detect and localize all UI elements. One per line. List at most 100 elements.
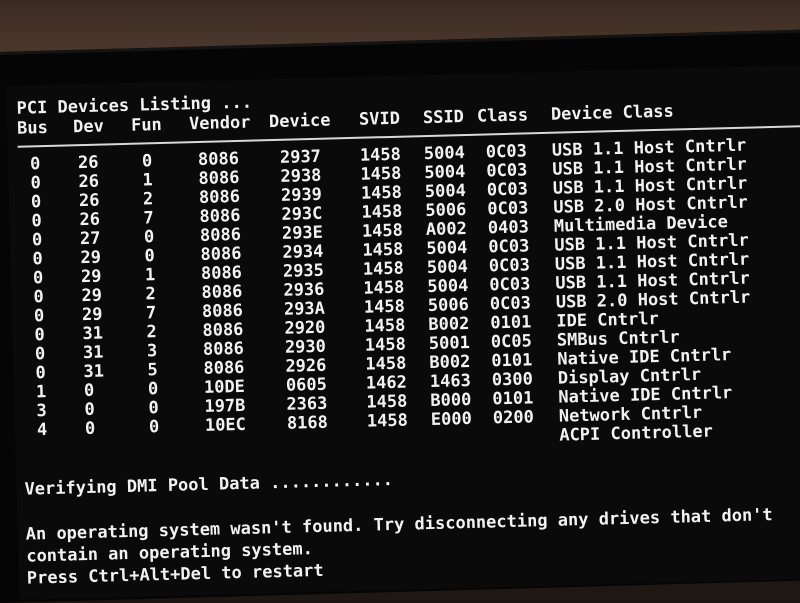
row-ssid: B002 (428, 313, 470, 336)
row-device: 2937 (279, 146, 322, 168)
row-class: 0C03 (489, 274, 531, 296)
row-vendor: 8086 (197, 148, 240, 170)
row-class: 0C03 (485, 141, 528, 163)
row-dev: 29 (81, 285, 103, 307)
header-ssid: SSID (422, 107, 465, 129)
row-dev: 26 (79, 209, 101, 231)
row-svid: 1458 (366, 410, 409, 432)
row-svid: 1458 (361, 201, 403, 223)
row-bus: 0 (35, 363, 47, 384)
restart-instruction: Press Ctrl+Alt+Del to restart (26, 560, 324, 589)
row-class: 0101 (492, 388, 534, 410)
row-device: 293C (281, 203, 323, 225)
row-fun: 1 (144, 265, 156, 286)
row-fun: 3 (146, 341, 158, 362)
row-fun: 7 (145, 303, 157, 324)
header-device: Device (268, 110, 331, 133)
row-vendor: 8086 (199, 205, 241, 227)
row-class: 0101 (490, 312, 532, 334)
row-dev: 31 (82, 342, 104, 364)
row-ssid: 5004 (423, 143, 466, 165)
row-bus: 4 (36, 420, 48, 441)
row-ssid: 5004 (426, 237, 468, 260)
os-not-found-message: An operating system wasn't found. Try di… (25, 505, 773, 545)
row-svid: 1458 (361, 220, 404, 242)
row-svid: 1458 (362, 258, 405, 280)
row-svid: 1458 (359, 144, 402, 166)
device-table-body: 0 26 0 8086 2937 1458 5004 0C03 USB 1.1 Host Cnt… (8, 135, 800, 446)
row-ssid: B000 (430, 389, 472, 411)
header-dev: Dev (72, 116, 105, 138)
row-bus: 0 (30, 173, 42, 194)
row-vendor: 8086 (198, 167, 240, 189)
row-bus: 0 (31, 230, 43, 251)
row-svid: 1458 (363, 277, 405, 299)
row-class: 0C03 (488, 236, 530, 258)
row-ssid: 5004 (424, 181, 467, 203)
row-class: 0C05 (490, 331, 533, 353)
row-device: 293E (281, 222, 324, 244)
row-dev: 0 (83, 380, 95, 402)
row-dev: 26 (78, 190, 100, 212)
row-svid: 1458 (366, 391, 408, 413)
dmi-verify-message: Verifying DMI Pool Data ............ (24, 470, 394, 500)
row-vendor: 8086 (200, 243, 242, 265)
row-ssid: E000 (430, 408, 473, 430)
row-device: 2926 (285, 355, 327, 377)
row-svid: 1462 (365, 372, 408, 394)
row-fun: 7 (143, 208, 155, 229)
row-device: 2920 (284, 317, 326, 339)
row-device-class: ACPI Controller (559, 421, 714, 446)
row-device: 2935 (282, 260, 325, 282)
row-svid: 1458 (364, 315, 406, 337)
row-ssid: 5006 (425, 199, 467, 222)
row-device: 2936 (283, 279, 325, 301)
row-class: 0C03 (486, 179, 529, 201)
row-ssid: 5001 (428, 332, 471, 355)
row-device: 2934 (282, 241, 324, 263)
row-dev: 29 (80, 266, 102, 288)
row-fun: 2 (146, 322, 158, 343)
row-device: 8168 (286, 412, 329, 434)
row-vendor: 10EC (204, 414, 247, 436)
row-svid: 1458 (365, 353, 407, 375)
row-bus: 0 (33, 287, 45, 308)
row-bus: 0 (34, 325, 46, 346)
row-fun: 0 (144, 246, 156, 267)
row-svid: 1458 (360, 163, 402, 185)
row-class: 0300 (491, 369, 534, 391)
row-vendor: 8086 (202, 338, 245, 360)
header-vendor: Vendor (188, 112, 251, 135)
row-class: 0403 (487, 217, 530, 239)
row-device: 2363 (286, 393, 328, 415)
row-ssid: 5004 (426, 256, 469, 279)
row-ssid: 5004 (424, 162, 466, 184)
row-bus: 0 (33, 306, 45, 327)
row-bus: 0 (32, 268, 44, 289)
row-vendor: 8086 (201, 300, 244, 322)
row-bus: 0 (32, 249, 44, 270)
header-class: Class (476, 105, 529, 127)
row-dev: 27 (79, 228, 101, 250)
row-fun: 0 (147, 379, 159, 400)
row-ssid: B002 (429, 351, 471, 374)
row-device: 0605 (285, 374, 328, 396)
row-device: 2938 (280, 165, 322, 187)
row-bus: 3 (36, 401, 48, 422)
row-vendor: 8086 (199, 224, 242, 246)
row-ssid: 1463 (429, 370, 472, 393)
row-vendor: 8086 (203, 357, 245, 379)
row-fun: 0 (143, 227, 155, 248)
row-bus: 0 (31, 211, 43, 232)
row-vendor: 10DE (203, 376, 246, 398)
row-class: 0C03 (486, 160, 528, 182)
row-device: 2930 (284, 336, 327, 358)
row-svid: 1458 (364, 334, 407, 356)
row-dev: 29 (80, 247, 102, 269)
row-dev: 26 (77, 152, 99, 174)
row-fun: 2 (145, 284, 157, 305)
row-ssid: A002 (425, 218, 468, 241)
row-bus: 1 (35, 382, 47, 403)
row-fun: 0 (141, 151, 153, 172)
row-class: 0C03 (488, 255, 531, 277)
